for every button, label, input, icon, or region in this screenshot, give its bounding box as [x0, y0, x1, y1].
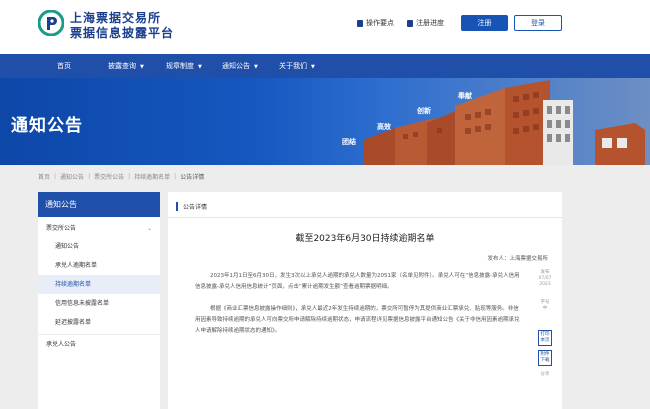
- breadcrumb-item[interactable]: 持续逾期名单: [134, 172, 170, 181]
- nav-item-about[interactable]: 关于我们 ▼: [279, 54, 315, 78]
- tab-notice-detail[interactable]: 公告详情: [176, 202, 207, 211]
- sidebar-item-label: 票交所公告: [46, 225, 77, 232]
- breadcrumb-separator: |: [88, 172, 91, 180]
- nav-item-label: 规章制度: [166, 62, 194, 70]
- notice-detail-panel: 公告详情 截至2023年6月30日持续逾期名单 发布人：上海票据交易所 2023…: [168, 192, 562, 409]
- register-progress-label: 注册进度: [416, 19, 444, 27]
- sidebar-item-notices[interactable]: 通知公告: [38, 237, 160, 256]
- register-progress-link[interactable]: 注册进度: [407, 18, 444, 28]
- breadcrumb: 首页 | 通知公告 | 票交所公告 | 持续逾期名单 | 公告详情: [38, 170, 204, 182]
- attachment-download-button[interactable]: 附件 下载: [538, 350, 552, 366]
- operation-guide-link[interactable]: 操作要点: [357, 18, 394, 28]
- sidebar-item-exchange-notices[interactable]: 票交所公告 ⌄: [38, 219, 160, 238]
- sidebar-item-label: 通知公告: [55, 243, 80, 250]
- sidebar-item-acceptor-notices[interactable]: 承兑人公告: [38, 335, 160, 354]
- chevron-down-icon: ⌄: [146, 225, 152, 232]
- sidebar-item-label: 承兑人逾期名单: [55, 262, 98, 269]
- nav-item-label: 披露查询: [108, 62, 136, 70]
- nav-item-label: 关于我们: [279, 62, 307, 70]
- platform-name[interactable]: 票据信息披露平台: [70, 24, 174, 41]
- sidebar-item-label: 信用信息未披露名单: [55, 300, 110, 307]
- banner-title: 通知公告: [11, 116, 83, 136]
- nav-item-label: 首页: [57, 62, 71, 70]
- document-icon: [357, 19, 363, 27]
- sidebar-item-continuous-overdue[interactable]: 持续逾期名单: [38, 275, 160, 294]
- sidebar-title: 通知公告: [38, 192, 160, 217]
- caret-down-icon: ▼: [311, 64, 315, 70]
- publish-date: 发布 07/07 2023: [538, 270, 552, 288]
- sidebar-item-label: 延迟披露名单: [55, 319, 92, 326]
- main-nav: 首页 披露查询 ▼ 规章制度 ▼ 通知公告 ▼ 关于我们 ▼: [0, 54, 650, 78]
- breadcrumb-separator: |: [174, 172, 177, 180]
- nav-item-regulations[interactable]: 规章制度 ▼: [166, 54, 202, 78]
- notice-title: 截至2023年6月30日持续逾期名单: [295, 234, 435, 244]
- nav-item-label: 通知公告: [222, 62, 250, 70]
- breadcrumb-current: 公告详情: [180, 173, 205, 181]
- share-button[interactable]: 分享: [538, 372, 552, 378]
- sidebar-item-undisclosed-credit[interactable]: 信用信息未披露名单: [38, 294, 160, 313]
- logo-icon[interactable]: [38, 10, 64, 36]
- caret-down-icon: ▼: [254, 64, 258, 70]
- font-size-control[interactable]: 字号 中: [538, 300, 552, 312]
- banner-slogan-word: 团结: [342, 138, 356, 146]
- font-size-value: 中: [542, 306, 548, 311]
- nav-item-notices[interactable]: 通知公告 ▼: [222, 54, 258, 78]
- publisher-label: 发布人：上海票据交易所: [487, 256, 548, 262]
- sidebar-item-label: 承兑人公告: [46, 341, 77, 348]
- login-button[interactable]: 登录: [514, 15, 562, 31]
- nav-item-disclosure-query[interactable]: 披露查询 ▼: [108, 54, 144, 78]
- caret-down-icon: ▼: [140, 64, 144, 70]
- site-header: 上海票据交易所 票据信息披露平台 操作要点 注册进度 注册 登录: [0, 0, 650, 54]
- breadcrumb-separator: |: [54, 172, 57, 180]
- notice-paragraph: 根据《商业汇票信息披露操作细则》，承兑人最近2年发生持续逾期的，票交所可暂停为其…: [195, 306, 520, 334]
- page-banner: 通知公告 团结 高效 创新 奉献: [0, 78, 650, 165]
- publish-date-value: 07/07 2023: [538, 276, 552, 287]
- breadcrumb-separator: |: [128, 172, 131, 180]
- breadcrumb-item[interactable]: 通知公告: [60, 172, 84, 181]
- operation-guide-label: 操作要点: [366, 19, 394, 27]
- caret-down-icon: ▼: [198, 64, 202, 70]
- breadcrumb-item[interactable]: 票交所公告: [94, 172, 124, 181]
- document-icon: [407, 19, 413, 27]
- print-button[interactable]: 打印 本页: [538, 330, 552, 346]
- sidebar-item-label: 持续逾期名单: [55, 281, 92, 288]
- register-button[interactable]: 注册: [461, 15, 508, 31]
- building-illustration: [363, 80, 645, 165]
- breadcrumb-item[interactable]: 首页: [38, 172, 50, 181]
- divider: [168, 217, 562, 218]
- sidebar: 通知公告 票交所公告 ⌄ 通知公告 承兑人逾期名单 持续逾期名单 信用信息未披露…: [38, 192, 160, 409]
- sidebar-item-delayed-disclosure[interactable]: 延迟披露名单: [38, 313, 160, 332]
- notice-paragraph: 2023年1月1日至6月30日，发生3次以上承兑人逾期的承兑人数量为2051家（…: [195, 273, 520, 290]
- nav-item-home[interactable]: 首页: [57, 54, 71, 78]
- sidebar-item-overdue-acceptors[interactable]: 承兑人逾期名单: [38, 256, 160, 275]
